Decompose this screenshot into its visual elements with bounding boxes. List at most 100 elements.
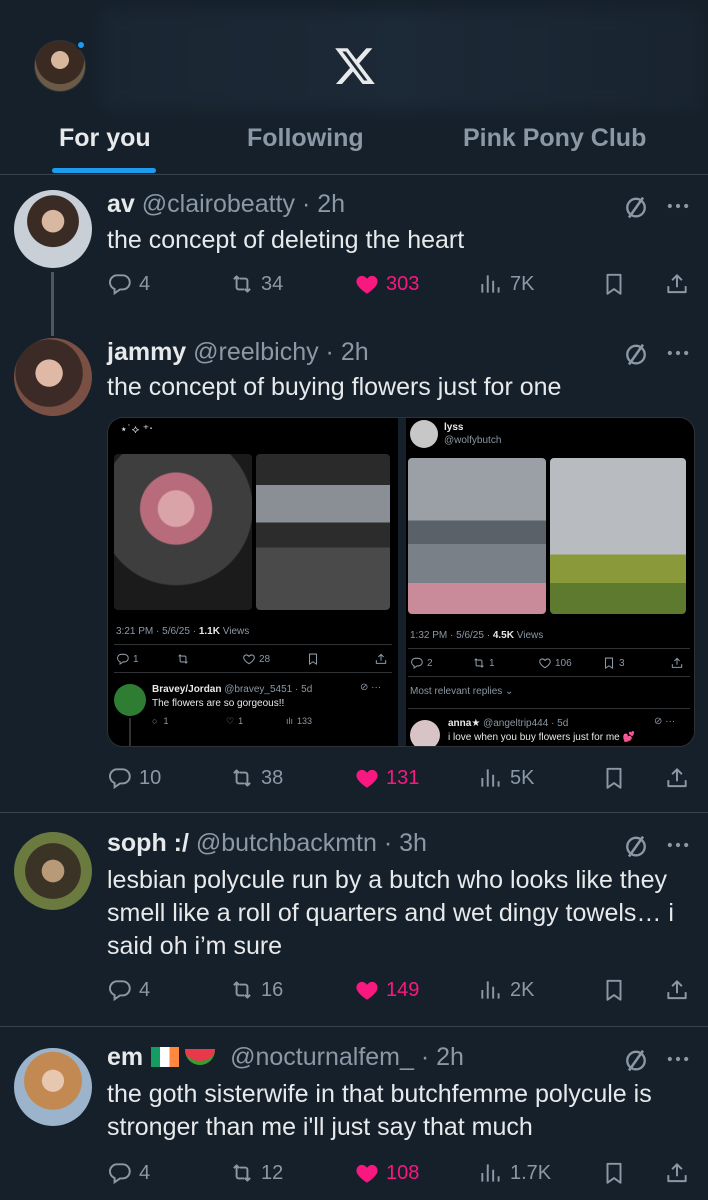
more-icon[interactable] — [664, 831, 692, 859]
post-text: the concept of deleting the heart — [107, 226, 465, 254]
repost-button[interactable]: 34 — [229, 268, 283, 300]
like-button[interactable]: 149 — [354, 974, 419, 1006]
grok-icon[interactable] — [622, 340, 650, 368]
grok-icon[interactable] — [622, 832, 650, 860]
views-button[interactable]: 7K — [478, 268, 534, 300]
tab-for-you[interactable]: For you — [59, 124, 151, 153]
more-icon[interactable] — [664, 1045, 692, 1073]
views-icon — [478, 1160, 504, 1186]
mini-like-count: 106 — [538, 656, 572, 670]
share-icon — [664, 765, 690, 791]
ireland-flag-icon — [151, 1047, 180, 1067]
avatar[interactable] — [14, 1048, 92, 1126]
grok-icon[interactable] — [622, 1046, 650, 1074]
blurred-backdrop — [100, 10, 700, 110]
user-handle[interactable]: @clairobeatty — [142, 190, 295, 218]
share-button[interactable] — [664, 1157, 690, 1189]
divider — [114, 644, 392, 645]
reply-avatar — [410, 720, 440, 746]
repost-count: 12 — [261, 1161, 284, 1184]
avatar[interactable] — [14, 338, 92, 416]
post-time: 3h — [399, 829, 427, 857]
user-handle[interactable]: @butchbackmtn — [196, 829, 377, 857]
bookmark-icon — [601, 1160, 627, 1186]
view-count: 7K — [510, 272, 535, 295]
like-button[interactable]: 303 — [354, 268, 419, 300]
post-meta: 3:21 PM · 5/6/25 · 1.1K Views — [116, 626, 250, 637]
views-button[interactable]: 5K — [478, 762, 534, 794]
reply-avatar — [114, 684, 146, 716]
mini-like-count: 28 — [242, 652, 270, 666]
reply-button[interactable]: 4 — [107, 1157, 150, 1189]
more-icon[interactable] — [664, 192, 692, 220]
repost-icon — [229, 1160, 255, 1186]
share-button[interactable] — [664, 974, 690, 1006]
thread-line — [129, 718, 131, 746]
more-icon[interactable] — [664, 339, 692, 367]
reply-more-icon: ⊘ ··· — [654, 716, 676, 727]
user-handle[interactable]: @reelbichy — [193, 338, 318, 366]
views-button[interactable]: 2K — [478, 974, 534, 1006]
tab-following[interactable]: Following — [247, 124, 364, 153]
parking-lot-photo — [408, 458, 546, 614]
bookmark-button[interactable] — [601, 762, 627, 794]
reply-actions: ○ 1 — [152, 716, 169, 726]
post-time: 2h — [317, 190, 346, 218]
like-button[interactable]: 108 — [354, 1157, 419, 1189]
quoted-handle: @wolfybutch — [444, 435, 502, 446]
tab-pink-pony-club[interactable]: Pink Pony Club — [463, 124, 646, 153]
post-divider — [0, 812, 708, 813]
watermelon-icon — [185, 1049, 216, 1065]
bookmark-button[interactable] — [601, 974, 627, 1006]
reply-button[interactable]: 4 — [107, 974, 150, 1006]
mini-share-icon — [374, 652, 388, 669]
avatar[interactable] — [14, 190, 92, 268]
post-media[interactable]: ⋆˙⟡ ⁺‧ 3:21 PM · 5/6/25 · 1.1K Views 1 2… — [107, 417, 695, 747]
mini-bookmark-icon — [306, 652, 320, 669]
share-button[interactable] — [664, 268, 690, 300]
post[interactable]: jammy @reelbichy · 2h the concept of buy… — [0, 326, 708, 812]
bookmark-button[interactable] — [601, 1157, 627, 1189]
mini-repost-count: 1 — [472, 656, 495, 670]
post-text: the goth sisterwife in that butchfemme p… — [107, 1080, 652, 1141]
display-name[interactable]: em — [107, 1043, 143, 1071]
avatar[interactable] — [14, 832, 92, 910]
post-actions: 4 34 303 7K — [0, 268, 708, 300]
bookmark-button[interactable] — [601, 268, 627, 300]
share-button[interactable] — [664, 762, 690, 794]
post[interactable]: av @clairobeatty · 2h the concept of del… — [0, 176, 708, 336]
user-handle[interactable]: @nocturnalfem_ — [230, 1043, 414, 1071]
repost-icon — [229, 271, 255, 297]
flowers-photo — [114, 454, 252, 610]
post[interactable]: soph :/ @butchbackmtn · 3h lesbian polyc… — [0, 814, 708, 1026]
views-button[interactable]: 1.7K — [478, 1157, 551, 1189]
divider — [408, 676, 690, 677]
reply-header: Bravey/Jordan @bravey_5451 · 5d — [152, 684, 313, 695]
reply-button[interactable]: 10 — [107, 762, 161, 794]
like-count: 149 — [386, 978, 420, 1001]
x-logo-icon[interactable] — [332, 44, 378, 88]
reply-views: ılı 133 — [286, 716, 313, 726]
repost-button[interactable]: 16 — [229, 974, 283, 1006]
like-button[interactable]: 131 — [354, 762, 419, 794]
mini-bookmark-count: 3 — [602, 656, 625, 670]
divider — [408, 708, 690, 709]
reply-button[interactable]: 4 — [107, 268, 150, 300]
like-count: 303 — [386, 272, 420, 295]
display-name[interactable]: jammy — [107, 338, 186, 366]
media-left-screenshot: ⋆˙⟡ ⁺‧ 3:21 PM · 5/6/25 · 1.1K Views 1 2… — [108, 418, 398, 746]
post-actions: 4 16 149 2K — [0, 974, 708, 1006]
display-name[interactable]: av — [107, 190, 135, 218]
reply-icon — [107, 271, 133, 297]
display-name[interactable]: soph :/ — [107, 829, 189, 857]
rainbow-photo — [550, 458, 686, 614]
repost-button[interactable]: 38 — [229, 762, 283, 794]
top-bar: For you Following Pink Pony Club — [0, 0, 708, 176]
timeline-tabs: For you Following Pink Pony Club — [0, 110, 708, 174]
grok-icon[interactable] — [622, 193, 650, 221]
mini-reply-count: 1 — [116, 652, 139, 666]
repost-button[interactable]: 12 — [229, 1157, 283, 1189]
post[interactable]: em @nocturnalfem_ · 2h the goth sisterwi… — [0, 1028, 708, 1200]
reply-count: 10 — [139, 766, 162, 789]
replies-sort-label: Most relevant replies ⌄ — [410, 686, 514, 697]
